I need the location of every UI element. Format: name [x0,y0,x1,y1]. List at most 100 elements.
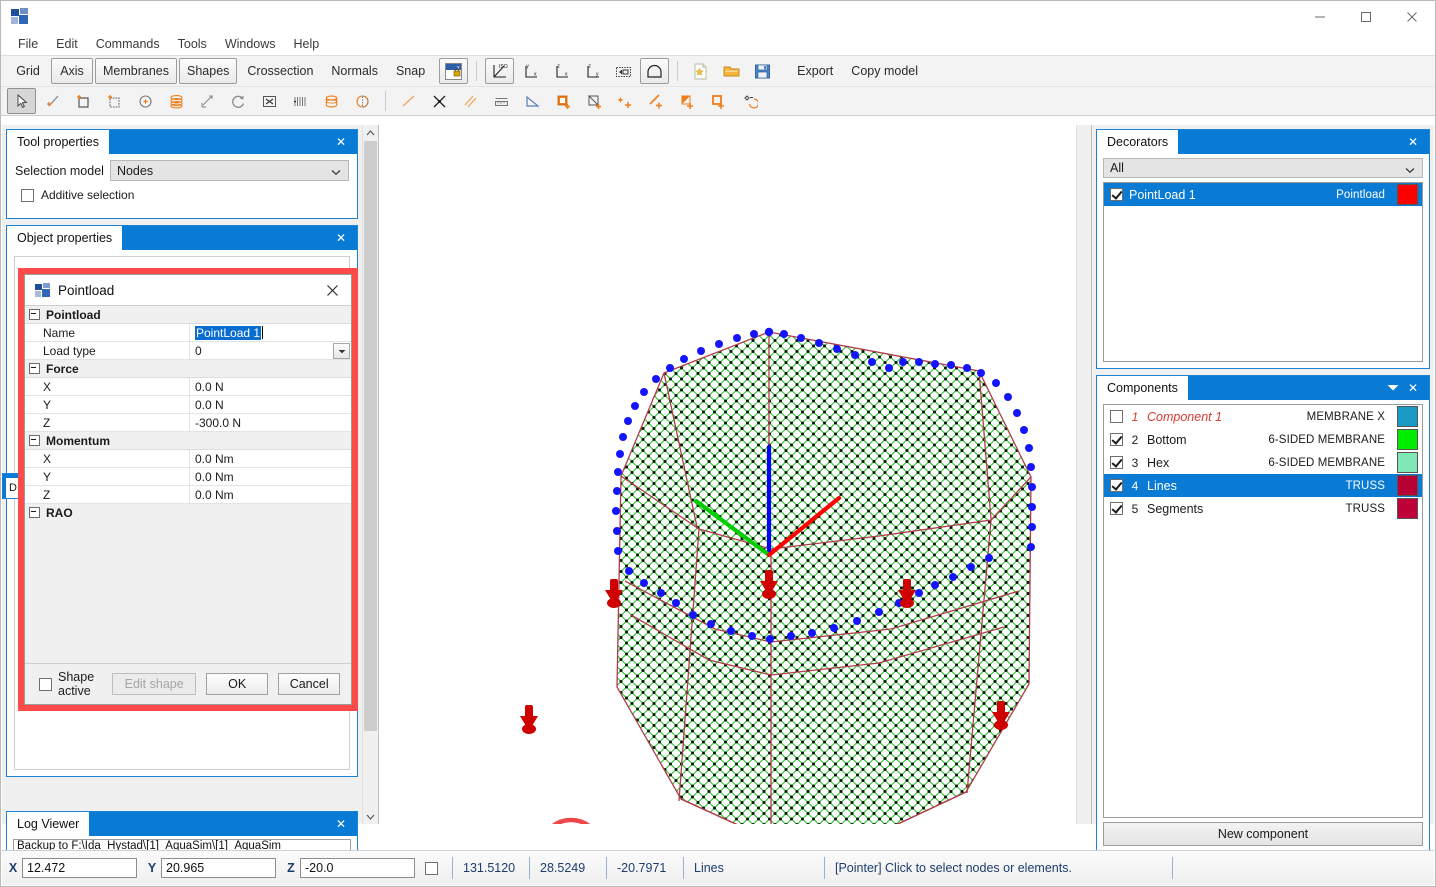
close-icon[interactable]: ✕ [332,229,350,247]
close-icon[interactable] [319,278,345,302]
close-icon[interactable]: ✕ [1404,379,1422,397]
new-component-button[interactable]: New component [1103,822,1423,846]
selection-model-combo[interactable]: Nodes [109,160,349,181]
components-list[interactable]: 1 Component 1 MEMBRANE X 2 Bottom 6-SIDE… [1103,404,1423,818]
new-file-icon[interactable] [686,58,715,84]
cross-snap-icon[interactable] [425,88,454,114]
list-item[interactable]: 2 Bottom 6-SIDED MEMBRANE [1104,428,1422,451]
open-folder-icon[interactable] [717,58,746,84]
select-box-icon[interactable] [609,58,638,84]
property-row[interactable]: Name PointLoad 1 [25,324,351,342]
visibility-checkbox[interactable] [1110,456,1123,469]
close-button[interactable] [1389,1,1435,33]
color-swatch[interactable] [1397,429,1418,450]
property-value[interactable]: PointLoad 1 [190,324,351,341]
collapse-icon[interactable] [29,363,40,374]
menu-tools[interactable]: Tools [169,34,216,54]
property-value[interactable]: 0.0 Nm [190,450,351,467]
mesh-add-icon[interactable] [100,88,129,114]
property-group-header[interactable]: Force [25,360,351,378]
property-value[interactable]: 0.0 N [190,378,351,395]
angle-icon[interactable] [518,88,547,114]
menu-help[interactable]: Help [285,34,329,54]
triangle-add-icon[interactable] [673,88,702,114]
visibility-checkbox[interactable] [1110,502,1123,515]
property-value[interactable]: 0 [190,342,351,359]
log-viewer-tab[interactable]: Log Viewer [7,812,90,836]
property-value[interactable]: 0.0 Nm [190,468,351,485]
left-dock-scrollbar[interactable] [362,125,378,824]
color-swatch[interactable] [1397,475,1418,496]
decorators-tab[interactable]: Decorators [1097,130,1179,154]
toolbar-axis-button[interactable]: Axis [51,58,93,84]
cancel-button[interactable]: Cancel [278,673,341,695]
color-swatch[interactable] [1397,498,1418,519]
pointer-icon[interactable] [7,88,36,114]
property-row[interactable]: Load type 0 [25,342,351,360]
x-input[interactable] [22,858,137,878]
color-swatch[interactable] [1397,452,1418,473]
surface-add-icon[interactable] [549,88,578,114]
list-item[interactable]: 5 Segments TRUSS [1104,497,1422,520]
chevron-down-icon[interactable] [1385,380,1401,396]
copy-model-button[interactable]: Copy model [843,58,926,84]
edit-shape-button[interactable]: Edit shape [112,673,197,695]
y-coordinate-field[interactable]: Y [147,858,276,878]
close-icon[interactable]: ✕ [332,815,350,833]
circle-node-icon[interactable] [131,88,160,114]
x-coordinate-field[interactable]: X [8,858,137,878]
toolbar-membranes-button[interactable]: Membranes [95,58,177,84]
property-value[interactable]: 0.0 Nm [190,486,351,503]
property-group-header[interactable]: Momentum [25,432,351,450]
property-row[interactable]: Z -300.0 N [25,414,351,432]
z-coordinate-field[interactable]: Z [286,858,415,878]
square-add-icon[interactable] [704,88,733,114]
property-row[interactable]: X 0.0 N [25,378,351,396]
xz-view-icon[interactable]: z x [547,58,576,84]
collapse-icon[interactable] [29,507,40,518]
additive-selection-row[interactable]: Additive selection [7,183,357,208]
line-add-icon[interactable] [642,88,671,114]
name-input-value[interactable]: PointLoad 1 [195,325,262,340]
toolbar-normals-button[interactable]: Normals [323,58,386,84]
color-swatch[interactable] [1397,406,1418,427]
stack-icon[interactable] [162,88,191,114]
rotate-icon[interactable] [224,88,253,114]
visibility-checkbox[interactable] [1110,410,1123,423]
parallel-icon[interactable] [456,88,485,114]
shape-active-checkbox[interactable] [39,677,52,691]
toolbar-shapes-button[interactable]: Shapes [179,58,238,84]
lock-view-icon[interactable]: x [439,58,469,84]
object-properties-tab[interactable]: Object properties [7,226,123,250]
ok-button[interactable]: OK [206,673,269,695]
decorators-filter-combo[interactable]: All [1103,158,1423,178]
visibility-checkbox[interactable] [1110,188,1123,201]
property-row[interactable]: Y 0.0 N [25,396,351,414]
z-input[interactable] [300,858,415,878]
menu-edit[interactable]: Edit [47,34,87,54]
cylinder-icon[interactable] [317,88,346,114]
color-swatch[interactable] [1397,184,1418,205]
rectangle-add-icon[interactable] [69,88,98,114]
menu-windows[interactable]: Windows [216,34,285,54]
toolbar-grid-button[interactable]: Grid [7,58,49,84]
save-disk-icon[interactable] [748,58,777,84]
toolbar-snap-button[interactable]: Snap [388,58,433,84]
maximize-button[interactable] [1343,1,1389,33]
property-row[interactable]: Z 0.0 Nm [25,486,351,504]
scroll-up-icon[interactable] [363,125,378,140]
minimize-button[interactable] [1297,1,1343,33]
point-add-icon[interactable] [611,88,640,114]
list-item[interactable]: 4 Lines TRUSS [1104,474,1422,497]
plane-add-icon[interactable] [580,88,609,114]
toolbar-crossection-button[interactable]: Crossection [239,58,321,84]
decorators-list[interactable]: PointLoad 1 Pointload [1103,182,1423,362]
property-group-header[interactable]: Pointload [25,306,351,324]
menu-file[interactable]: File [9,34,47,54]
arc-icon[interactable] [735,88,764,114]
coordinate-lock-checkbox[interactable] [425,861,438,875]
shape-active-row[interactable]: Shape active [39,670,94,698]
3d-model-viewport[interactable] [379,125,1091,824]
close-icon[interactable]: ✕ [1404,133,1422,151]
scrollbar-thumb[interactable] [364,141,377,731]
